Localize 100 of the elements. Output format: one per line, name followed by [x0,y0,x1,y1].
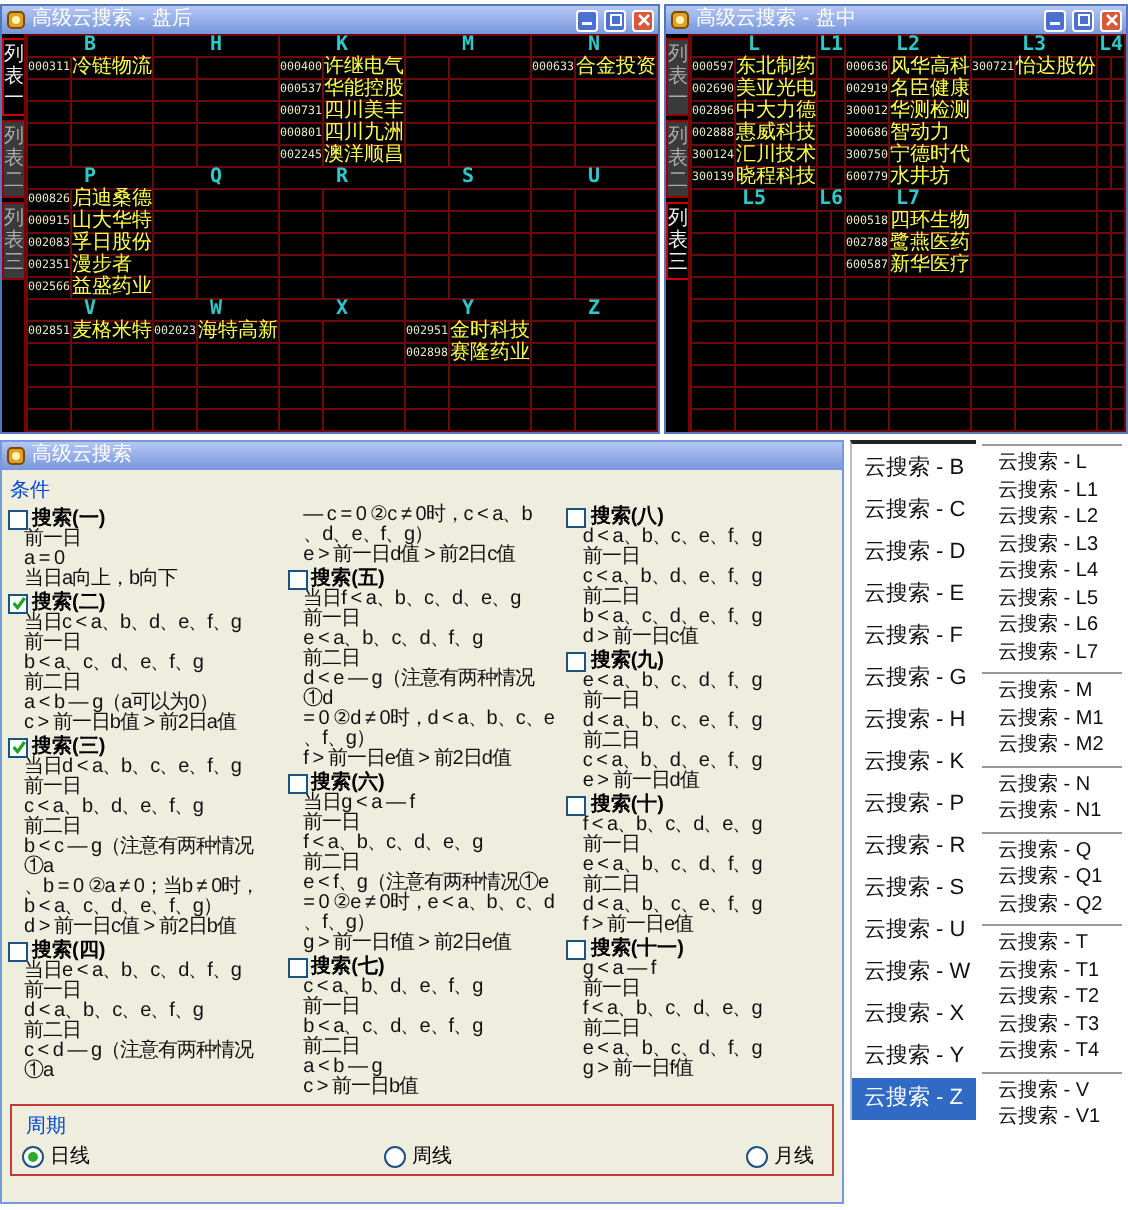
checkbox[interactable] [566,651,587,671]
list-item[interactable]: 云搜索 - B [852,448,976,490]
column-header: W [154,300,278,320]
checkbox[interactable] [8,509,28,529]
list-item[interactable]: 云搜索 - L1 [982,477,1122,504]
list-item[interactable]: 云搜索 - N1 [982,798,1122,825]
grid-cell [406,388,448,408]
list-item[interactable]: 云搜索 - Y [852,1036,976,1078]
list-item[interactable]: 云搜索 - F [852,616,976,658]
checkbox[interactable] [566,795,587,815]
condition-text: e < a、b、c、d、f、g [301,630,485,650]
maximize-button[interactable] [1072,9,1094,31]
condition-text: c < d — g（注意有两种情况①a [22,1042,256,1082]
list-item[interactable]: 云搜索 - T [982,930,1122,957]
side-tab[interactable]: 列表一 [666,38,688,116]
stock-name: 美亚光电 [736,80,816,100]
grid-cell [406,278,448,298]
condition-text: g > 前一日f值 > 前2日e值 [301,934,514,954]
side-tab[interactable]: 列表二 [666,120,688,198]
grid-cell [198,344,278,364]
radio-button[interactable] [384,1146,406,1168]
grid-cell [532,234,574,254]
close-button[interactable] [1100,9,1122,31]
checkbox[interactable] [566,507,587,527]
list-item[interactable]: 云搜索 - U [852,910,976,952]
checkbox[interactable] [287,957,308,977]
list-item[interactable]: 云搜索 - Q2 [982,891,1122,918]
minimize-button[interactable] [576,9,598,31]
radio-button[interactable] [746,1146,768,1168]
list-item[interactable]: 云搜索 - L7 [982,639,1122,666]
minimize-button[interactable] [1044,9,1066,31]
list-item[interactable]: 云搜索 - L2 [982,504,1122,531]
condition-text: d < a、b、c、e、f、g [22,1002,205,1022]
list-item[interactable]: 云搜索 - D [852,532,976,574]
list-item[interactable]: 云搜索 - H [852,700,976,742]
list-item[interactable]: 云搜索 - L4 [982,558,1122,585]
grid-cell [1016,124,1096,144]
list-item[interactable]: 云搜索 - L6 [982,612,1122,639]
radio-label: 周线 [412,1146,452,1168]
stock-name: 新华医疗 [890,256,970,276]
stock-name: 鹭燕医药 [890,234,970,254]
list-item[interactable]: 云搜索 - M2 [982,732,1122,759]
condition-text: — c = 0 ②c ≠ 0时，c < a、b [301,506,534,526]
grid-cell [72,80,152,100]
condition-text: f < a、b、c、d、e、g [580,1000,764,1020]
grid-cell [692,322,734,342]
list-item[interactable]: 云搜索 - G [852,658,976,700]
list-item[interactable]: 云搜索 - T3 [982,1011,1122,1038]
list-item[interactable]: 云搜索 - W [852,952,976,994]
stock-name: 四川九洲 [324,124,404,144]
grid-cell [28,80,70,100]
grid-cell [450,190,530,210]
grid-cell [1016,234,1096,254]
list-item[interactable]: 云搜索 - L [982,450,1122,477]
close-button[interactable] [632,9,654,31]
list-item[interactable]: 云搜索 - Z [852,1078,976,1120]
list-item[interactable]: 云搜索 - Q1 [982,864,1122,891]
grid-cell [324,322,404,342]
maximize-button[interactable] [604,9,626,31]
grid-cell [28,102,70,122]
checkbox[interactable] [8,737,28,757]
list-item[interactable]: 云搜索 - V [982,1077,1122,1104]
list-item[interactable]: 云搜索 - T1 [982,957,1122,984]
grid-cell [532,278,574,298]
list-item[interactable]: 云搜索 - K [852,742,976,784]
condition-text: d > 前一日c值 [580,628,701,648]
list-item[interactable]: 云搜索 - T4 [982,1038,1122,1065]
list-item[interactable]: 云搜索 - V1 [982,1104,1122,1131]
radio-button[interactable] [22,1146,44,1168]
checkbox-label: 搜索(十) [590,794,664,816]
list-item[interactable]: 云搜索 - S [852,868,976,910]
checkbox[interactable] [287,569,308,589]
list-item[interactable]: 云搜索 - X [852,994,976,1036]
list-item[interactable]: 云搜索 - M1 [982,705,1122,732]
list-item[interactable]: 云搜索 - R [852,826,976,868]
list-item[interactable]: 云搜索 - T2 [982,984,1122,1011]
grid-cell [198,234,278,254]
checkbox[interactable] [8,593,28,613]
grid-cell [846,388,888,408]
checkbox[interactable] [566,939,587,959]
side-tab[interactable]: 列表三 [2,202,24,280]
side-tab[interactable]: 列表一 [2,38,24,116]
list-item[interactable]: 云搜索 - P [852,784,976,826]
list-item[interactable]: 云搜索 - E [852,574,976,616]
side-tab[interactable]: 列表二 [2,120,24,198]
list-item[interactable]: 云搜索 - C [852,490,976,532]
grid-cell [406,80,448,100]
checkbox[interactable] [8,941,28,961]
list-item[interactable]: 云搜索 - N [982,771,1122,798]
list-item[interactable]: 云搜索 - L3 [982,531,1122,558]
grid-cell [692,388,734,408]
grid-cell [972,300,1014,320]
list-item[interactable]: 云搜索 - L5 [982,585,1122,612]
stock-name: 华能控股 [324,80,404,100]
grid-cell [406,102,448,122]
list-item[interactable]: 云搜索 - Q [982,837,1122,864]
stock-name: 麦格米特 [72,322,152,342]
checkbox[interactable] [287,773,308,793]
side-tab[interactable]: 列表三 [666,202,688,280]
list-item[interactable]: 云搜索 - M [982,678,1122,705]
